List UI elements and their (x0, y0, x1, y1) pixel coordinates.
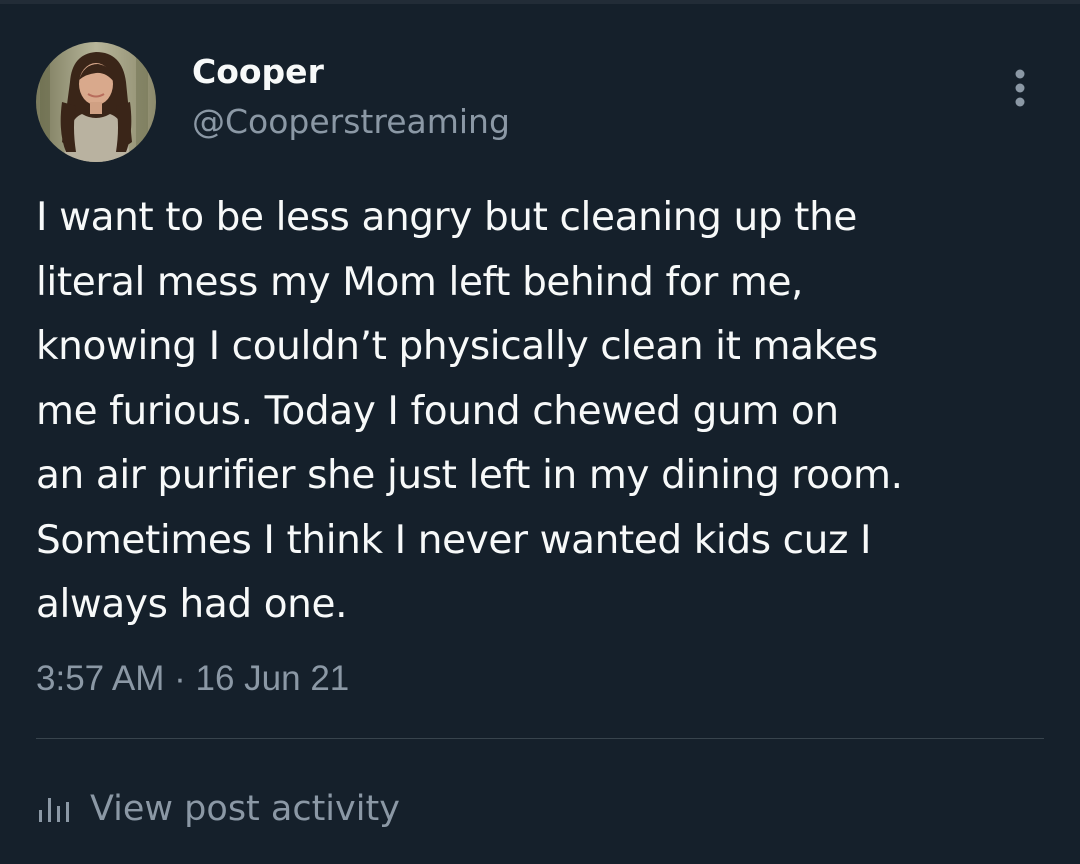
divider (36, 738, 1044, 739)
tweet-text-line: I want to be less angry but cleaning up … (36, 195, 857, 240)
tweet-text: I want to be less angry but cleaning up … (36, 186, 1046, 638)
view-post-activity-label: View post activity (90, 789, 400, 829)
top-divider (0, 0, 1080, 4)
tweet-timestamp[interactable]: 3:57 AM · 16 Jun 21 (36, 656, 349, 702)
tweet-text-line: Sometimes I think I never wanted kids cu… (36, 517, 872, 563)
view-post-activity-link[interactable]: View post activity (36, 784, 400, 834)
bar-chart-icon (39, 798, 69, 822)
more-vertical-icon (1015, 69, 1025, 107)
tweet-text-line: literal mess my Mom left behind for me, (36, 259, 804, 305)
profile-photo (36, 42, 156, 162)
author-display-name[interactable]: Cooper (192, 50, 324, 94)
tweet-text-line: an air purifier she just left in my dini… (36, 453, 903, 498)
author-handle[interactable]: @Cooperstreaming (192, 100, 510, 144)
tweet-text-line: always had one. (36, 582, 348, 627)
more-options-button[interactable] (1000, 64, 1040, 114)
tweet-text-line: me furious. Today I found chewed gum on (36, 388, 839, 434)
avatar[interactable] (36, 42, 156, 162)
tweet-text-line: knowing I couldn’t physically clean it m… (36, 324, 878, 369)
